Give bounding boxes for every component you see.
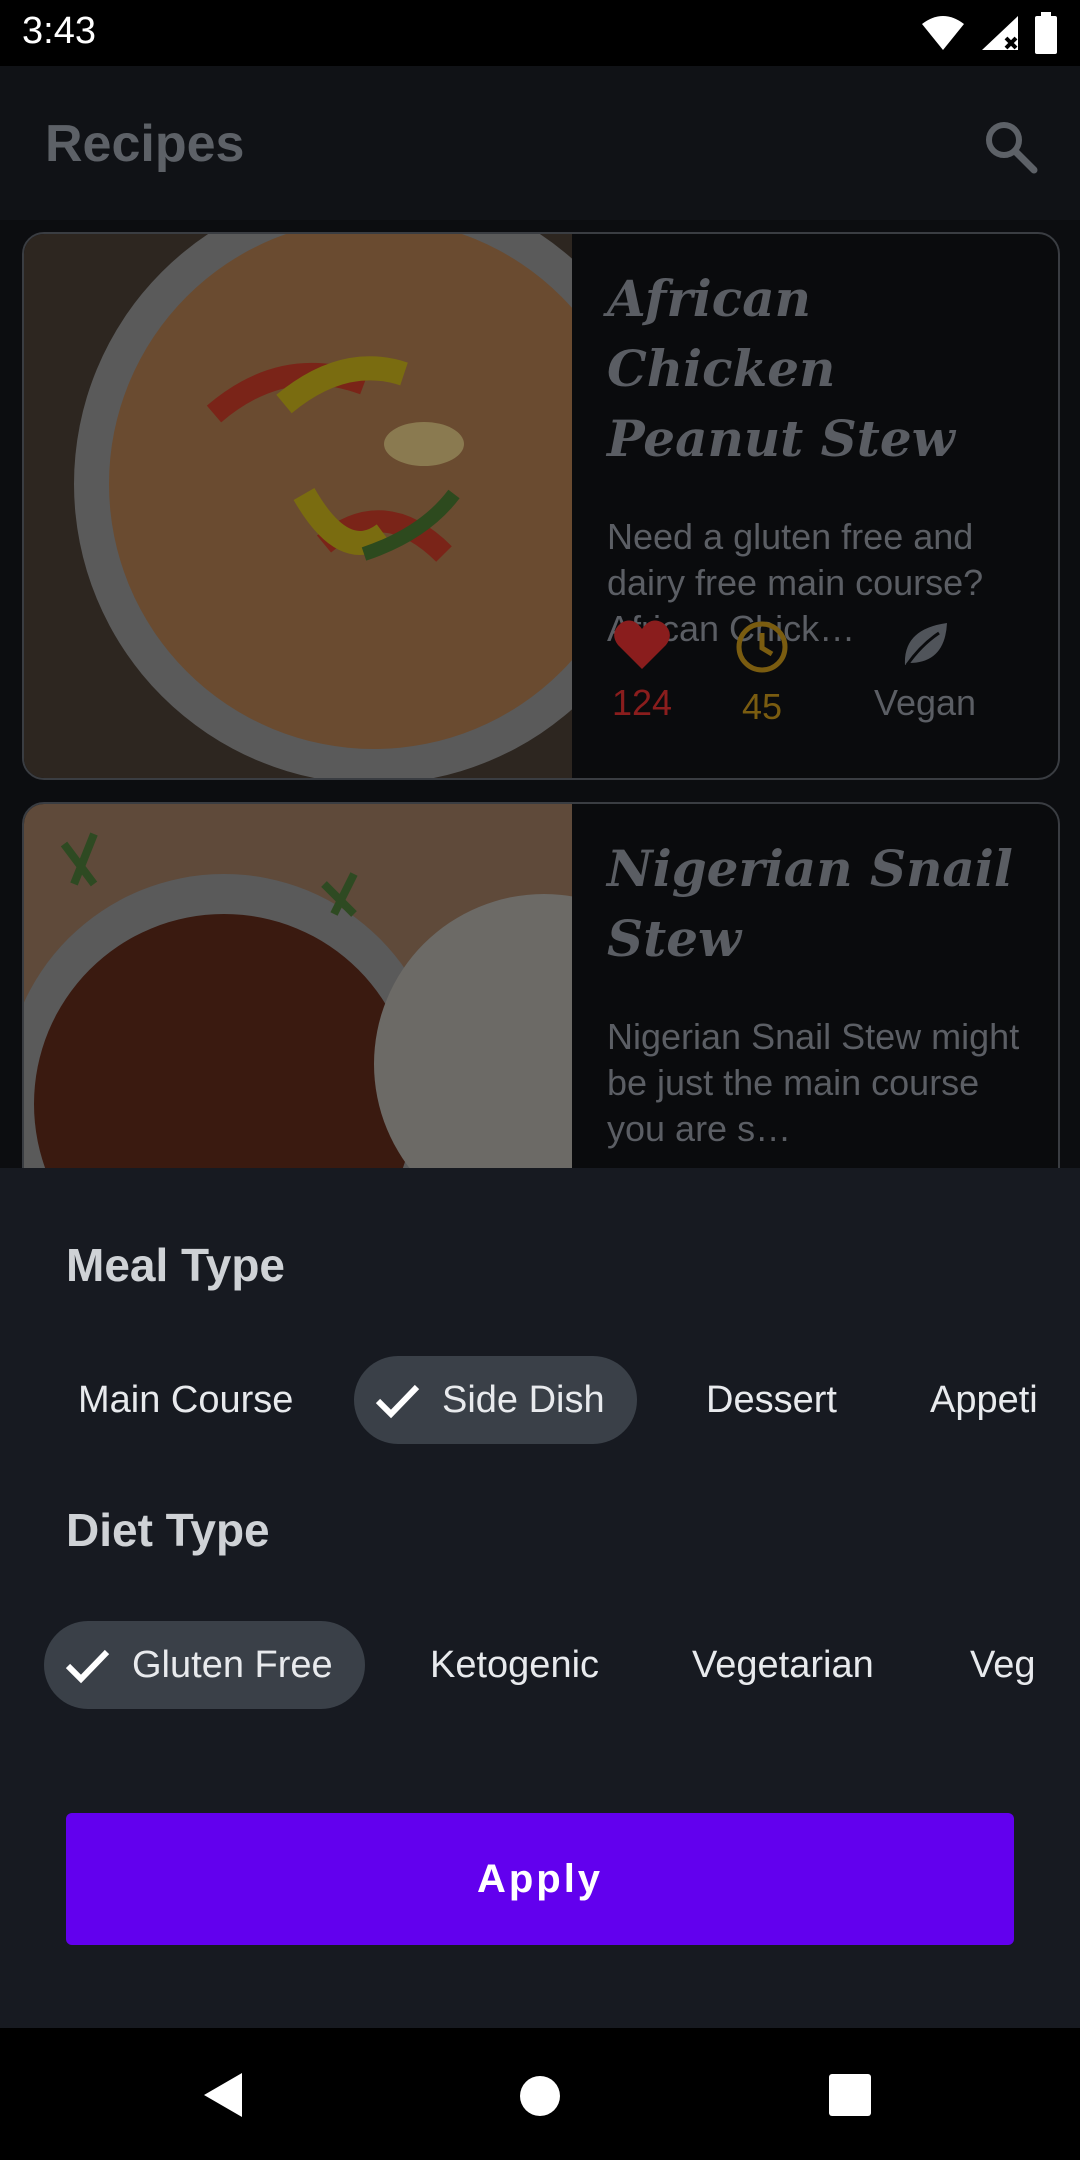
chip-label: Ketogenic bbox=[430, 1643, 600, 1686]
heart-icon bbox=[614, 620, 670, 669]
meal-type-chips: Main Course Side Dish Dessert Appeti bbox=[0, 1356, 1040, 1446]
recipe-image bbox=[24, 804, 572, 1168]
chip-label: Main Course bbox=[78, 1378, 294, 1421]
chip-label: Gluten Free bbox=[132, 1643, 333, 1686]
chip-side-dish[interactable]: Side Dish bbox=[354, 1356, 637, 1444]
chip-label: Appeti bbox=[930, 1378, 1038, 1421]
chip-dessert[interactable]: Dessert bbox=[680, 1356, 863, 1444]
signal-icon bbox=[982, 16, 1018, 50]
recipe-title: African Chicken Peanut Stew bbox=[607, 269, 955, 468]
chip-ketogenic[interactable]: Ketogenic bbox=[404, 1621, 625, 1709]
chip-gluten-free[interactable]: Gluten Free bbox=[44, 1621, 365, 1709]
leaf-icon bbox=[904, 623, 947, 666]
recipe-image bbox=[24, 234, 572, 778]
back-icon[interactable] bbox=[200, 2070, 248, 2120]
likes-count: 124 bbox=[611, 682, 673, 723]
recipe-card[interactable]: African Chicken Peanut Stew Need a glute… bbox=[22, 232, 1060, 780]
battery-icon bbox=[1035, 12, 1057, 54]
time-stat: 45 bbox=[727, 619, 797, 728]
diet-stat: Vegan bbox=[855, 619, 995, 724]
chip-label: Side Dish bbox=[442, 1378, 605, 1421]
chip-appetizer[interactable]: Appeti bbox=[904, 1356, 1040, 1444]
chip-vegan[interactable]: Veg bbox=[944, 1621, 1040, 1709]
diet-label: Vegan bbox=[873, 682, 977, 723]
check-icon bbox=[65, 1649, 110, 1684]
chip-label: Veg bbox=[970, 1643, 1036, 1686]
recipe-title: Nigerian Snail Stew bbox=[607, 839, 1013, 968]
recipe-card[interactable]: Nigerian Snail Stew Nigerian Snail Stew … bbox=[22, 802, 1060, 1168]
search-icon[interactable] bbox=[980, 116, 1040, 176]
recipe-description: Nigerian Snail Stew might be just the ma… bbox=[607, 1016, 1020, 1149]
apply-button[interactable]: Apply bbox=[66, 1813, 1014, 1945]
home-icon[interactable] bbox=[518, 2074, 562, 2118]
meal-type-title: Meal Type bbox=[66, 1239, 285, 1291]
likes-stat: 124 bbox=[607, 619, 677, 724]
chip-main-course[interactable]: Main Course bbox=[52, 1356, 319, 1444]
clock-icon bbox=[736, 621, 788, 673]
chip-vegetarian[interactable]: Vegetarian bbox=[666, 1621, 900, 1709]
page-title: Recipes bbox=[45, 115, 245, 173]
wifi-icon bbox=[922, 16, 964, 50]
chip-label: Dessert bbox=[706, 1378, 837, 1421]
diet-type-title: Diet Type bbox=[66, 1504, 270, 1556]
navigation-bar bbox=[0, 2028, 1080, 2160]
diet-type-chips: Gluten Free Ketogenic Vegetarian Veg bbox=[0, 1621, 1040, 1711]
recipe-stats: 124 45 Vegan bbox=[607, 619, 1027, 729]
chip-label: Vegetarian bbox=[692, 1643, 874, 1686]
app-bar: Recipes bbox=[0, 66, 1080, 220]
check-icon bbox=[375, 1384, 420, 1419]
status-bar: 3:43 bbox=[0, 0, 1080, 66]
minutes-count: 45 bbox=[741, 686, 783, 727]
recipe-list: African Chicken Peanut Stew Need a glute… bbox=[0, 220, 1080, 1168]
status-time: 3:43 bbox=[22, 10, 96, 52]
recents-icon[interactable] bbox=[829, 2074, 871, 2116]
